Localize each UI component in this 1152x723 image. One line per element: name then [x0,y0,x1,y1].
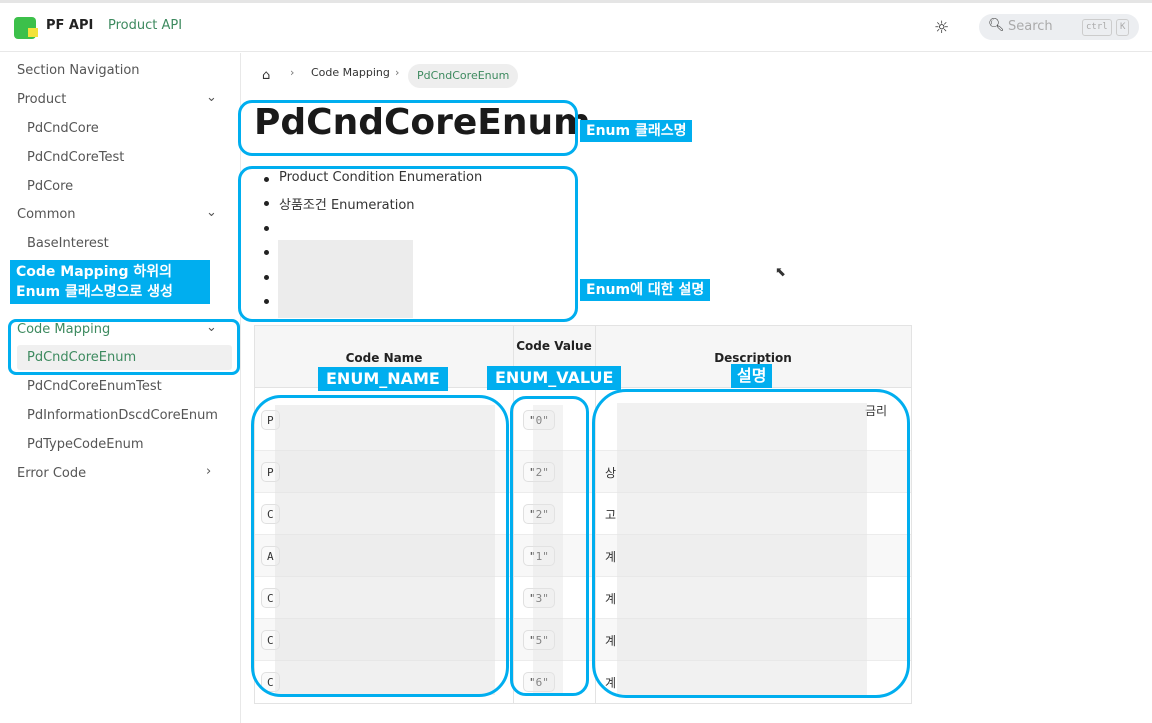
annotation-box-enum-name [251,395,509,697]
sidebar-item-baseinterest[interactable]: BaseInterest [27,236,109,251]
chevron-down-icon[interactable]: ⌄ [206,205,217,220]
breadcrumb-separator-icon: › [395,66,400,79]
sidebar-item-pdcore[interactable]: PdCore [27,179,73,194]
chevron-right-icon[interactable]: › [206,464,211,479]
chevron-down-icon[interactable]: ⌄ [206,90,217,105]
home-icon[interactable]: ⌂ [262,68,270,83]
breadcrumb-current: PdCndCoreEnum [408,64,519,88]
annotation-box-title [238,100,578,156]
sidebar-item-pdinformationdscdcoreenum[interactable]: PdInformationDscdCoreEnum [27,408,218,423]
sidebar-section-title: Section Navigation [17,63,140,78]
annotation-box-description [238,166,578,322]
annotation-box-desc [592,389,910,698]
kbd-k: K [1116,19,1130,36]
annotation-box-enum-value [510,396,589,696]
brand-title[interactable]: PF API [46,18,93,33]
search-icon: 🔍︎ [988,18,1005,33]
sidebar-item-pdcndcoretest[interactable]: PdCndCoreTest [27,150,124,165]
mouse-cursor-icon: ⬉ [775,265,786,280]
breadcrumb-code-mapping[interactable]: Code Mapping [311,66,390,79]
annotation-label-enum-value: ENUM_VALUE [487,366,622,390]
sidebar-group-product[interactable]: Product [17,92,66,107]
annotation-box-sidebar [8,319,240,375]
annotation-label-desc: 설명 [731,364,773,388]
breadcrumb-separator-icon: › [290,66,295,79]
top-header: PF API Product API ☼ 🔍︎ Search ctrl K [0,3,1152,52]
kbd-ctrl: ctrl [1082,19,1112,36]
annotation-label-enum-name: ENUM_NAME [318,367,448,391]
logo-icon[interactable] [14,17,38,39]
sidebar-item-pdtypecodeenum[interactable]: PdTypeCodeEnum [27,437,144,452]
sun-icon[interactable]: ☼ [934,18,949,38]
sidebar-item-pdcndcoreenumtest[interactable]: PdCndCoreEnumTest [27,379,162,394]
annotation-label-sidebar-note: Code Mapping 하위의 Enum 클래스명으로 생성 [10,260,210,304]
sidebar: Section Navigation Product ⌄ PdCndCore P… [0,53,241,723]
product-api-link[interactable]: Product API [108,18,182,33]
sidebar-group-error-code[interactable]: Error Code [17,466,86,481]
search-placeholder: Search [1008,19,1053,34]
annotation-label-description: Enum에 대한 설명 [580,279,711,301]
annotation-label-class-name: Enum 클래스명 [580,120,693,142]
search-button[interactable]: 🔍︎ Search ctrl K [979,14,1139,40]
sidebar-item-pdcndcore[interactable]: PdCndCore [27,121,99,136]
sidebar-group-common[interactable]: Common [17,207,76,222]
